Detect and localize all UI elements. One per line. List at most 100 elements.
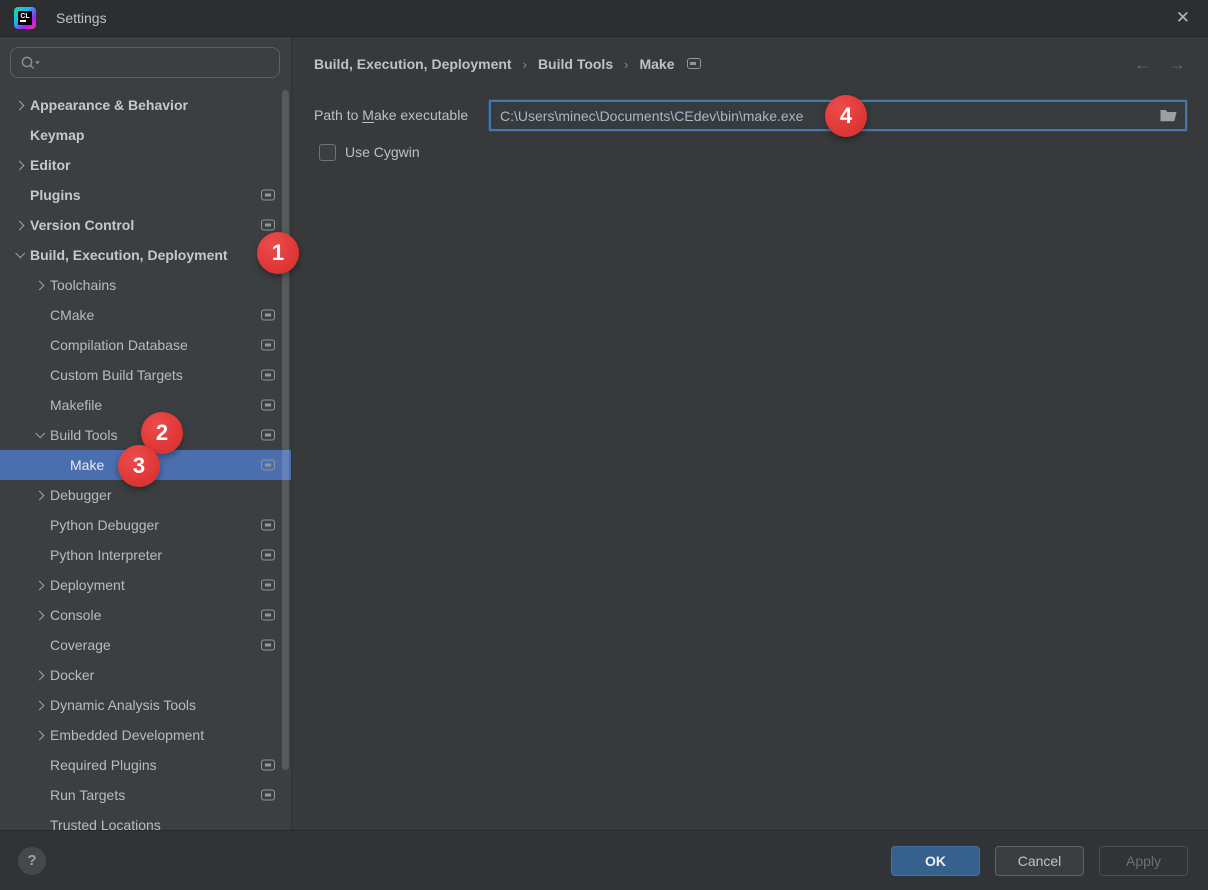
- sidebar-item-label: Version Control: [30, 217, 134, 233]
- sidebar-item-label: Editor: [30, 157, 70, 173]
- cancel-button[interactable]: Cancel: [995, 846, 1084, 876]
- sidebar-item-run-targets[interactable]: Run Targets: [0, 780, 291, 810]
- settings-scope-screen-icon: [261, 580, 275, 591]
- chevron-spacer: [28, 750, 50, 780]
- sidebar-item-appearance-behavior[interactable]: Appearance & Behavior: [0, 90, 291, 120]
- use-cygwin-checkbox[interactable]: [319, 144, 336, 161]
- sidebar-item-label: Coverage: [50, 637, 111, 653]
- chevron-spacer: [48, 450, 70, 480]
- sidebar-item-cmake[interactable]: CMake: [0, 300, 291, 330]
- chevron-spacer: [8, 180, 30, 210]
- chevron-spacer: [28, 780, 50, 810]
- sidebar-item-console[interactable]: Console: [0, 600, 291, 630]
- sidebar-item-required-plugins[interactable]: Required Plugins: [0, 750, 291, 780]
- chevron-right-icon[interactable]: [28, 660, 50, 690]
- search-icon: [20, 55, 42, 71]
- settings-scope-screen-icon: [261, 340, 275, 351]
- chevron-right-icon[interactable]: [8, 150, 30, 180]
- sidebar-item-label: Make: [70, 457, 104, 473]
- sidebar-item-toolchains[interactable]: Toolchains: [0, 270, 291, 300]
- breadcrumb-segment[interactable]: Build, Execution, Deployment: [314, 56, 512, 72]
- sidebar-item-editor[interactable]: Editor: [0, 150, 291, 180]
- chevron-down-icon[interactable]: [28, 420, 50, 450]
- sidebar-scrollbar[interactable]: [282, 90, 289, 770]
- sidebar-item-label: Python Debugger: [50, 517, 159, 533]
- use-cygwin-label: Use Cygwin: [345, 144, 420, 160]
- chevron-spacer: [28, 300, 50, 330]
- history-nav: ← →: [1134, 54, 1186, 75]
- sidebar-item-embedded-development[interactable]: Embedded Development: [0, 720, 291, 750]
- sidebar-item-compilation-database[interactable]: Compilation Database: [0, 330, 291, 360]
- settings-scope-screen-icon: [261, 370, 275, 381]
- sidebar-item-label: Deployment: [50, 577, 125, 593]
- dialog-footer: ? OK Cancel Apply: [0, 830, 1208, 890]
- sidebar-item-python-debugger[interactable]: Python Debugger: [0, 510, 291, 540]
- settings-scope-screen-icon: [261, 460, 275, 471]
- chevron-spacer: [28, 810, 50, 830]
- settings-scope-screen-icon: [261, 550, 275, 561]
- chevron-right-icon[interactable]: [28, 570, 50, 600]
- settings-scope-screen-icon: [261, 190, 275, 201]
- chevron-spacer: [28, 510, 50, 540]
- sidebar-item-trusted-locations[interactable]: Trusted Locations: [0, 810, 291, 830]
- help-button[interactable]: ?: [18, 847, 46, 875]
- breadcrumb-segment[interactable]: Build Tools: [538, 56, 613, 72]
- clion-logo-icon: CL: [14, 7, 36, 29]
- settings-scope-screen-icon: [261, 760, 275, 771]
- sidebar-item-dynamic-analysis-tools[interactable]: Dynamic Analysis Tools: [0, 690, 291, 720]
- chevron-spacer: [28, 540, 50, 570]
- forward-icon[interactable]: →: [1168, 54, 1186, 75]
- search-box[interactable]: [10, 47, 280, 78]
- sidebar-item-label: Console: [50, 607, 101, 623]
- chevron-right-icon[interactable]: [28, 720, 50, 750]
- settings-scope-screen-icon: [261, 640, 275, 651]
- sidebar-item-label: Docker: [50, 667, 94, 683]
- chevron-spacer: [28, 630, 50, 660]
- sidebar-item-keymap[interactable]: Keymap: [0, 120, 291, 150]
- sidebar-item-docker[interactable]: Docker: [0, 660, 291, 690]
- sidebar-item-label: Debugger: [50, 487, 112, 503]
- sidebar-item-label: Compilation Database: [50, 337, 188, 353]
- sidebar-item-plugins[interactable]: Plugins: [0, 180, 291, 210]
- breadcrumb-segment[interactable]: Make: [639, 56, 674, 72]
- sidebar-item-label: Run Targets: [50, 787, 125, 803]
- sidebar-item-coverage[interactable]: Coverage: [0, 630, 291, 660]
- chevron-right-icon[interactable]: [28, 690, 50, 720]
- chevron-right-icon[interactable]: [28, 270, 50, 300]
- close-icon[interactable]: ✕: [1176, 8, 1190, 28]
- ok-button[interactable]: OK: [891, 846, 980, 876]
- chevron-right-icon[interactable]: [8, 210, 30, 240]
- sidebar-item-label: Custom Build Targets: [50, 367, 183, 383]
- sidebar-item-label: Appearance & Behavior: [30, 97, 188, 113]
- breadcrumb-segments: Build, Execution, Deployment›Build Tools…: [314, 56, 701, 72]
- sidebar-item-version-control[interactable]: Version Control: [0, 210, 291, 240]
- settings-scope-screen-icon: [261, 520, 275, 531]
- breadcrumb: Build, Execution, Deployment›Build Tools…: [314, 37, 1186, 91]
- settings-dialog: CL Settings ✕ Appearance & BehaviorKeyma…: [0, 0, 1208, 890]
- sidebar-item-build-execution-deployment[interactable]: Build, Execution, Deployment: [0, 240, 291, 270]
- sidebar-item-deployment[interactable]: Deployment: [0, 570, 291, 600]
- sidebar-item-label: Keymap: [30, 127, 84, 143]
- chevron-spacer: [28, 390, 50, 420]
- chevron-right-icon[interactable]: [28, 600, 50, 630]
- chevron-right-icon[interactable]: [28, 480, 50, 510]
- settings-scope-screen-icon: [261, 310, 275, 321]
- sidebar-item-python-interpreter[interactable]: Python Interpreter: [0, 540, 291, 570]
- sidebar-item-label: CMake: [50, 307, 94, 323]
- sidebar-item-custom-build-targets[interactable]: Custom Build Targets: [0, 360, 291, 390]
- browse-folder-icon[interactable]: [1160, 109, 1177, 122]
- settings-content: Build, Execution, Deployment›Build Tools…: [291, 37, 1208, 830]
- chevron-right-icon[interactable]: [8, 90, 30, 120]
- annotation-badge-1: 1: [257, 232, 299, 274]
- sidebar-item-makefile[interactable]: Makefile: [0, 390, 291, 420]
- search-input[interactable]: [46, 55, 279, 71]
- settings-scope-screen-icon: [261, 790, 275, 801]
- settings-scope-screen-icon: [261, 610, 275, 621]
- sidebar-item-label: Build, Execution, Deployment: [30, 247, 228, 263]
- chevron-down-icon[interactable]: [8, 240, 30, 270]
- chevron-spacer: [8, 120, 30, 150]
- sidebar-item-label: Build Tools: [50, 427, 117, 443]
- settings-scope-screen-icon: [261, 400, 275, 411]
- back-icon[interactable]: ←: [1134, 54, 1152, 75]
- breadcrumb-separator: ›: [512, 57, 538, 72]
